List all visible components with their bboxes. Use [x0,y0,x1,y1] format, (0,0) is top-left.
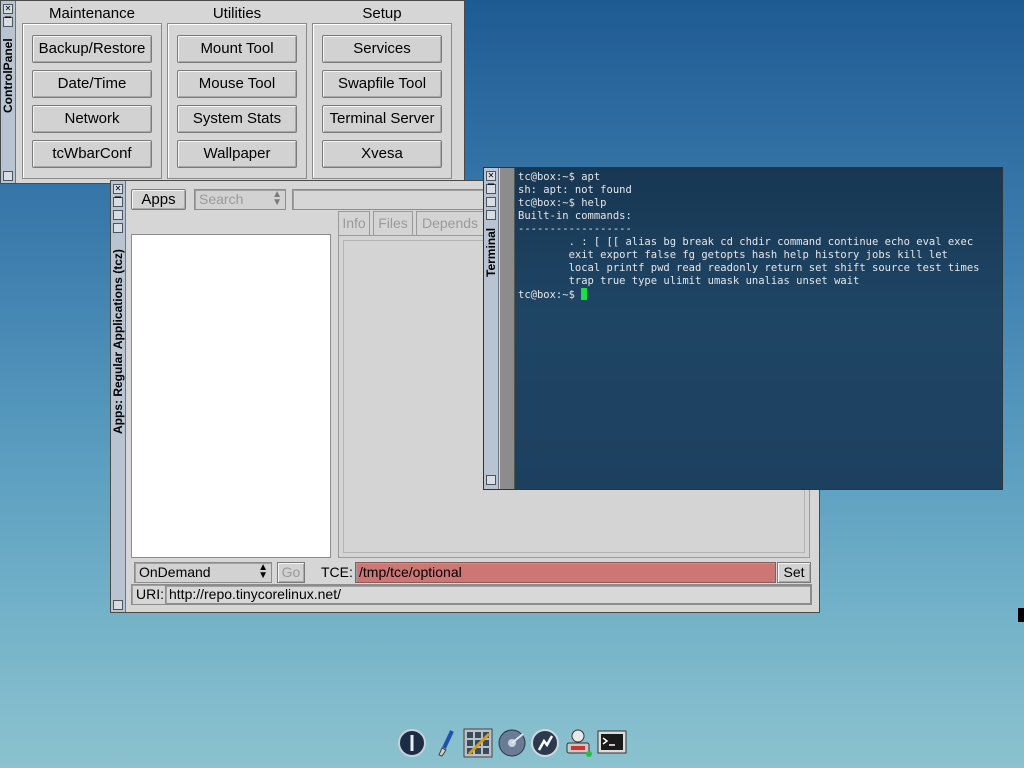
terminal-window: ✕ ▔ Terminal tc@box:~$ apt sh: apt: not … [483,167,1003,490]
shade-icon[interactable]: ▔ [113,197,123,207]
restore-icon[interactable] [113,223,123,233]
tab-files[interactable]: Files [373,211,413,235]
set-button[interactable]: Set [777,562,811,583]
info-panel-lower [484,489,810,558]
apps-menu-button[interactable]: Apps [131,189,186,210]
control-panel-icon[interactable] [530,728,560,758]
system-stats-button[interactable]: System Stats [177,105,297,133]
maximize-icon[interactable]: ▔ [3,17,13,27]
maximize-icon[interactable] [486,197,496,207]
close-icon[interactable]: ✕ [486,171,496,181]
terminal-line: sh: apt: not found [518,184,632,196]
paintbrush-icon[interactable] [432,728,462,758]
apps-title: Apps: Regular Applications (tcz) [111,249,125,434]
restore-icon[interactable] [486,210,496,220]
shade-icon[interactable]: ▔ [486,184,496,194]
terminal-titlebar[interactable]: ✕ ▔ Terminal [484,168,499,489]
setup-heading: Setup [362,5,402,22]
minimize-icon[interactable] [486,475,496,485]
minimize-icon[interactable] [3,171,13,181]
tce-path-value: /tmp/tce/optional [359,564,462,580]
info-panel [338,235,484,558]
terminal-line: local printf pwd read readonly return se… [518,262,980,274]
terminal-line: tc@box:~$ help [518,197,607,209]
go-button[interactable]: Go [277,562,305,583]
maintenance-heading: Maintenance [49,5,135,22]
maximize-icon[interactable] [113,210,123,220]
search-select[interactable]: Search ▲ ▼ [194,189,286,210]
control-panel-window: ✕ ▔ ControlPanel Maintenance Utilities S… [0,0,465,184]
terminal-line: trap true type ulimit umask unalias unse… [518,275,860,287]
uri-label: URI: [136,586,164,602]
spinner-icon: ▲ ▼ [258,562,268,581]
control-panel-title: ControlPanel [1,38,15,113]
tce-label: TCE: [321,564,353,580]
wallpaper-button[interactable]: Wallpaper [177,140,297,168]
uri-input[interactable]: http://repo.tinycorelinux.net/ [165,585,811,604]
services-button[interactable]: Services [322,35,442,63]
terminal-scrollbar[interactable] [500,168,515,489]
spinner-icon: ▲ ▼ [272,189,282,208]
utilities-group: Mount Tool Mouse Tool System Stats Wallp… [167,23,307,179]
apps-titlebar[interactable]: ✕ ▔ Apps: Regular Applications (tcz) [111,181,126,612]
xvesa-button[interactable]: Xvesa [322,140,442,168]
minimize-icon[interactable] [113,600,123,610]
tab-depends[interactable]: Depends [416,211,484,235]
mode-select-value: OnDemand [139,564,211,580]
terminal-line: ------------------ [518,223,632,235]
uri-value: http://repo.tinycorelinux.net/ [169,586,341,602]
date-time-button[interactable]: Date/Time [32,70,152,98]
tcwbarconf-button[interactable]: tcWbarConf [32,140,152,168]
terminal-line: . : [ [[ alias bg break cd chdir command… [518,236,974,248]
backup-restore-button[interactable]: Backup/Restore [32,35,152,63]
mode-select[interactable]: OnDemand ▲ ▼ [134,562,272,583]
network-button[interactable]: Network [32,105,152,133]
terminal-output[interactable]: tc@box:~$ apt sh: apt: not found tc@box:… [515,168,1002,489]
mouse-tool-button[interactable]: Mouse Tool [177,70,297,98]
mouse-pointer [1018,608,1024,622]
terminal-prompt: tc@box:~$ [518,289,582,301]
terminal-line: tc@box:~$ apt [518,171,601,183]
tab-info[interactable]: Info [338,211,370,235]
control-panel-titlebar[interactable]: ✕ ▔ ControlPanel [1,1,16,183]
search-input[interactable] [292,189,484,210]
terminal-prompt-line: tc@box:~$ [518,288,1002,301]
tce-path-input[interactable]: /tmp/tce/optional [355,562,776,583]
setup-group: Services Swapfile Tool Terminal Server X… [312,23,452,179]
terminal-title: Terminal [484,227,498,277]
mount-disk-icon[interactable] [497,728,527,758]
power-icon[interactable] [397,728,427,758]
terminal-cursor [581,288,588,300]
terminal-line: exit export false fg getopts hash help h… [518,249,948,261]
close-icon[interactable]: ✕ [3,4,13,14]
swapfile-tool-button[interactable]: Swapfile Tool [322,70,442,98]
utilities-heading: Utilities [212,5,262,22]
search-placeholder: Search [199,191,244,207]
mount-tool-button[interactable]: Mount Tool [177,35,297,63]
close-icon[interactable]: ✕ [113,184,123,194]
user-network-icon[interactable] [563,728,593,758]
terminal-server-button[interactable]: Terminal Server [322,105,442,133]
apps-grid-icon[interactable] [463,728,493,758]
app-list[interactable] [131,234,331,558]
terminal-line: Built-in commands: [518,210,632,222]
terminal-icon[interactable] [597,728,627,758]
maintenance-group: Backup/Restore Date/Time Network tcWbarC… [22,23,162,179]
